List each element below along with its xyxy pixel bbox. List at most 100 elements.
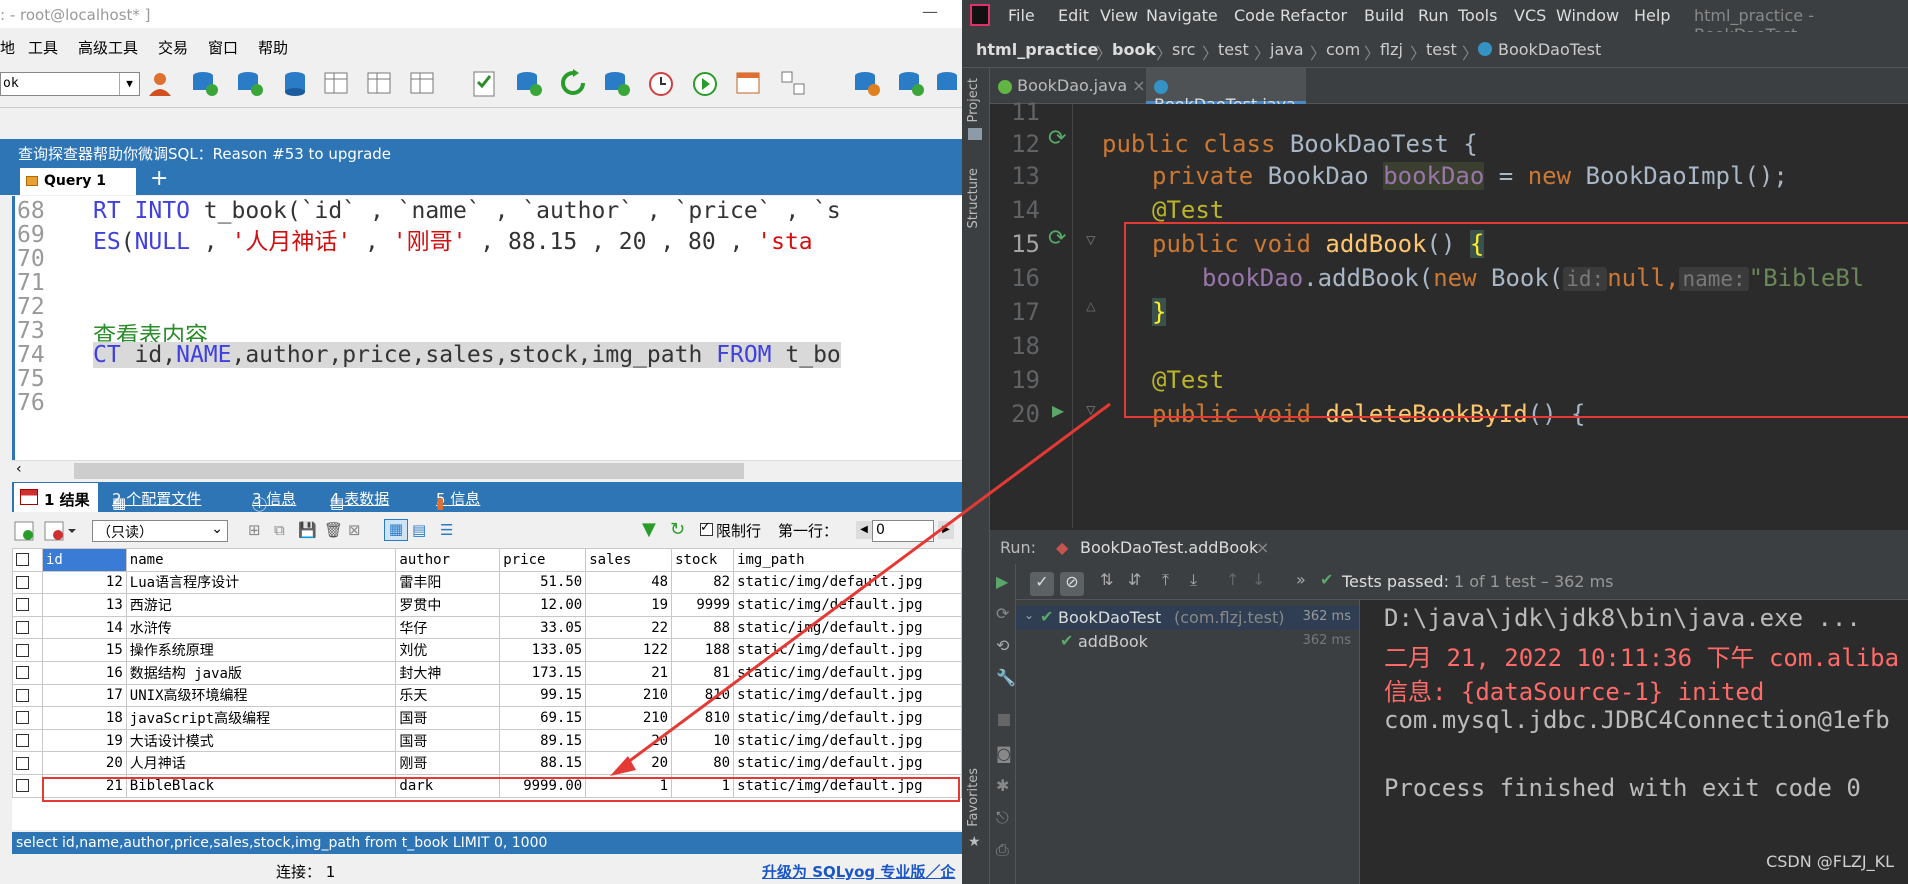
menu-db[interactable]: 地	[0, 37, 15, 58]
print-icon[interactable]: ⎙	[996, 840, 1009, 860]
menu-window[interactable]: Window	[1556, 6, 1619, 25]
first-row-input[interactable]: 0	[872, 520, 934, 542]
table-row[interactable]: 15 操作系统原理 刘优 133.05 122 188 static/img/default…	[12, 638, 962, 662]
checklist-icon[interactable]	[470, 68, 500, 100]
row-checkbox[interactable]	[16, 598, 29, 612]
cell-id[interactable]: 12	[41, 570, 127, 595]
rerun-failed-icon[interactable]: ⟳	[996, 604, 1009, 623]
stop-icon[interactable]	[998, 714, 1010, 726]
row-select-cell[interactable]	[12, 638, 43, 662]
cell-stock[interactable]: 82	[671, 570, 735, 595]
cell-id[interactable]: 14	[41, 615, 127, 640]
console-output[interactable]: D:\java\jdk\jdk8\bin\java.exe ... 二月 21,…	[1360, 600, 1908, 884]
tab-query-1[interactable]: Query 1	[20, 168, 136, 195]
close-icon[interactable]: ×	[1256, 538, 1269, 557]
cell-sales[interactable]: 22	[585, 615, 673, 640]
row-select-cell[interactable]	[12, 728, 43, 753]
debug-icon[interactable]: ✱	[996, 776, 1009, 795]
cell-name[interactable]: 水浒传	[125, 615, 397, 640]
sort-duration-icon[interactable]: ⇵	[1128, 570, 1141, 589]
schedule-icon[interactable]	[690, 68, 720, 100]
upgrade-link[interactable]: 升级为 SQLyog 专业版／企	[762, 861, 955, 882]
tab-table-data[interactable]: ▤ 4 表数据	[330, 488, 389, 512]
menu-navigate[interactable]: Navigate	[1146, 6, 1218, 25]
menu-help[interactable]: Help	[1634, 6, 1670, 25]
menu-refactor[interactable]: Refactor	[1280, 6, 1347, 25]
cell-id[interactable]: 17	[41, 683, 127, 708]
table-row[interactable]: 12 Lua语言程序设计 雷丰阳 51.50 48 82 static/img/defaul…	[12, 570, 962, 595]
cell-id[interactable]: 13	[41, 593, 127, 617]
tab-info[interactable]: ▮ 5 信息	[436, 488, 480, 512]
fold-icon[interactable]: ▽	[1086, 230, 1096, 249]
cell-img-path[interactable]: static/img/default.jpg	[733, 660, 962, 685]
close-icon[interactable]: ×	[1132, 76, 1145, 95]
toggle-auto-test-icon[interactable]: ⟲	[996, 636, 1009, 655]
crumb-test[interactable]: test	[1218, 40, 1249, 59]
backup-icon[interactable]	[602, 68, 632, 100]
tree-row-suite[interactable]: ⌄ ✔ BookDaoTest (com.flzj.test) 362 ms	[1016, 606, 1359, 630]
row-select-cell[interactable]	[12, 615, 43, 640]
cell-name[interactable]: UNIX高级环境编程	[125, 683, 397, 708]
favorites-tool-tab[interactable]: Favorites	[966, 768, 981, 827]
row-checkbox[interactable]	[16, 688, 29, 702]
table-row[interactable]: 19 大话设计模式 国哥 89.15 20 10 static/img/default.jp…	[12, 728, 962, 753]
cell-author[interactable]: 国哥	[395, 728, 501, 753]
form-view-icon[interactable]: ▤	[412, 521, 426, 539]
cell-price[interactable]: 133.05	[499, 638, 587, 662]
menu-tools[interactable]: 工具	[28, 37, 58, 58]
row-checkbox[interactable]	[16, 666, 29, 680]
new-query-tab-button[interactable]: +	[150, 166, 168, 191]
cell-id[interactable]: 19	[41, 728, 127, 753]
cell-img-path[interactable]: static/img/default.jpg	[733, 728, 962, 753]
column-header-stock[interactable]: stock	[671, 548, 735, 572]
fold-end-icon[interactable]: △	[1086, 296, 1096, 315]
cell-price[interactable]: 69.15	[499, 706, 587, 730]
cell-price[interactable]: 89.15	[499, 728, 587, 753]
cell-sales[interactable]: 122	[585, 638, 673, 662]
structure-tool-tab[interactable]: Structure	[966, 168, 981, 228]
cell-sales[interactable]: 20	[585, 751, 673, 775]
database-icon[interactable]	[280, 68, 310, 100]
cell-name[interactable]: Lua语言程序设计	[125, 570, 397, 595]
cell-id[interactable]: 20	[41, 751, 127, 775]
down-arrow-icon[interactable]: ↓	[1252, 570, 1265, 589]
row-checkbox[interactable]	[16, 643, 29, 657]
more-icon[interactable]: »	[1296, 570, 1306, 589]
cell-stock[interactable]: 80	[671, 751, 735, 775]
cell-price[interactable]: 99.15	[499, 683, 587, 708]
column-header-name[interactable]: name	[125, 548, 397, 572]
wrench-icon[interactable]: 🔧	[996, 668, 1016, 687]
sort-alpha-icon[interactable]: ⇅	[1100, 570, 1113, 589]
exit-icon[interactable]: ⎋	[996, 808, 1009, 828]
row-select-cell[interactable]	[12, 683, 43, 708]
database-select[interactable]: ok ▼	[0, 72, 140, 96]
query-builder-icon[interactable]	[778, 68, 808, 100]
cell-img-path[interactable]: static/img/default.jpg	[733, 570, 962, 595]
cell-name[interactable]: 人月神话	[125, 751, 397, 775]
cell-sales[interactable]: 21	[585, 660, 673, 685]
menu-build[interactable]: Build	[1364, 6, 1404, 25]
menu-window[interactable]: 窗口	[208, 37, 238, 58]
filter-icon[interactable]: ▼	[642, 519, 656, 540]
run-test-gutter-icon[interactable]: ⟳	[1048, 226, 1066, 251]
cell-author[interactable]: 乐天	[395, 683, 501, 708]
menu-edit[interactable]: Edit	[1058, 6, 1089, 25]
cell-name[interactable]: 操作系统原理	[125, 638, 397, 662]
upgrade-notice-text[interactable]: 查询探查器帮助你微调SQL：Reason #53 to upgrade	[18, 145, 391, 163]
tab-bookdaotest-java[interactable]: BookDaoTest.java ×	[1146, 68, 1306, 133]
scrollbar-thumb[interactable]	[74, 463, 744, 479]
crumb-module[interactable]: book	[1112, 40, 1156, 59]
cell-img-path[interactable]: static/img/default.jpg	[733, 706, 962, 730]
crumb-java[interactable]: java	[1270, 40, 1304, 59]
column-header-sales[interactable]: sales	[585, 548, 673, 572]
cell-id[interactable]: 15	[41, 638, 127, 662]
cell-price[interactable]: 173.15	[499, 660, 587, 685]
row-select-cell[interactable]	[12, 773, 43, 798]
refresh-icon[interactable]: ↻	[670, 519, 685, 540]
refresh-icon[interactable]	[558, 68, 588, 100]
export-db-icon[interactable]	[896, 68, 926, 100]
column-header-author[interactable]: author	[395, 548, 501, 572]
tree-row-test[interactable]: ✔ addBook 362 ms	[1016, 630, 1359, 654]
filter-grid-icon[interactable]: ⊞	[248, 521, 261, 539]
tab-result[interactable]: 1 结果	[14, 483, 98, 512]
